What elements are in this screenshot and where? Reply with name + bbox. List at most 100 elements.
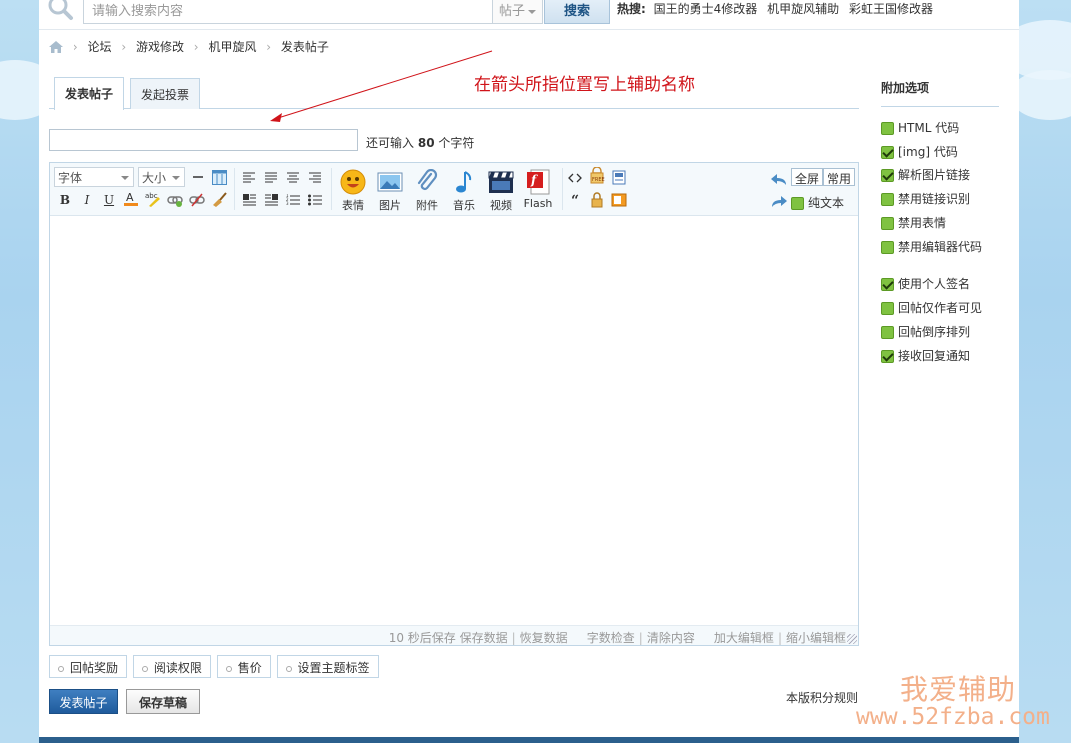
float-right-icon[interactable] [262,191,280,209]
hide-lock-icon[interactable] [588,191,606,209]
hot-search-link[interactable]: 国王的勇士4修改器 [654,2,758,16]
option-row[interactable]: 禁用编辑器代码 [881,238,982,254]
ordered-list-icon[interactable]: 123 [284,191,302,209]
option-checkbox[interactable] [881,146,894,159]
hot-search-link[interactable]: 彩虹王国修改器 [849,2,933,16]
option-row[interactable]: [img] 代码 [881,143,958,159]
font-size-select[interactable]: 大小 [138,167,185,187]
set-tags-button[interactable]: 设置主题标签 [276,655,379,678]
option-checkbox[interactable] [881,326,894,339]
breadcrumb-link-forum[interactable]: 论坛 [87,38,111,55]
rich-text-editor: 字体 大小 B I U A abc 123 表情 图片 附件 音乐 视频 f F… [49,162,859,646]
read-permission-button[interactable]: 阅读权限 [132,655,211,678]
smiley-icon [340,169,366,195]
tab-create-poll[interactable]: 发起投票 [130,78,201,109]
float-left-icon[interactable] [240,191,258,209]
bullet-icon [285,665,292,672]
breadcrumb-link-board[interactable]: 机甲旋风 [208,38,256,55]
option-row[interactable]: 禁用链接识别 [881,190,970,206]
free-icon[interactable]: FREE [588,167,606,185]
hot-search-link[interactable]: 机甲旋风辅助 [767,2,839,16]
save-draft-button[interactable]: 保存草稿 [126,689,200,714]
resize-grip[interactable] [847,634,857,644]
option-checkbox[interactable] [881,122,894,135]
table-icon[interactable] [210,168,228,186]
common-mode-button[interactable]: 常用 [823,168,856,186]
align-left-icon[interactable] [240,168,258,186]
search-type-select[interactable]: 帖子 [493,0,543,24]
option-checkbox[interactable] [881,169,894,182]
search-button[interactable]: 搜索 [544,0,610,24]
attachment-label: 附件 [416,199,438,212]
hot-searches: 热搜: 国王的勇士4修改器 机甲旋风辅助 彩虹王国修改器 [617,0,939,17]
shrink-editor-link[interactable]: 缩小编辑框 [786,631,846,645]
clear-format-icon[interactable] [210,190,228,208]
bold-icon[interactable]: B [56,191,74,209]
option-row[interactable]: 回帖仅作者可见 [881,299,982,315]
flash-button[interactable]: f Flash [521,169,555,210]
svg-text:3: 3 [286,201,289,206]
option-checkbox[interactable] [881,302,894,315]
paperclip-icon [414,169,440,195]
background-cloud [1010,70,1071,120]
clear-content-link[interactable]: 清除内容 [647,631,695,645]
option-row[interactable]: HTML 代码 [881,119,959,135]
editor-content-area[interactable] [50,217,858,625]
credit-rules-link[interactable]: 本版积分规则 [786,689,858,706]
font-color-icon[interactable]: A [122,190,140,208]
fullscreen-button[interactable]: 全屏 [791,168,824,186]
image-button[interactable]: 图片 [373,169,407,213]
insert-link-icon[interactable] [166,191,184,209]
option-checkbox[interactable] [881,278,894,291]
option-checkbox[interactable] [881,217,894,230]
option-row[interactable]: 回帖倒序排列 [881,323,970,339]
restore-data-link[interactable]: 恢复数据 [520,631,568,645]
thread-title-input[interactable] [49,129,358,151]
breadcrumb-link-category[interactable]: 游戏修改 [136,38,184,55]
italic-icon[interactable]: I [78,191,96,209]
word-check-link[interactable]: 字数检查 [587,631,635,645]
option-row[interactable]: 解析图片链接 [881,166,970,182]
option-label: 回帖仅作者可见 [898,301,983,315]
set-tags-label: 设置主题标签 [297,661,370,675]
save-data-link[interactable]: 保存数据 [460,631,508,645]
music-button[interactable]: 音乐 [447,169,481,213]
video-button[interactable]: 视频 [484,169,518,213]
option-checkbox[interactable] [881,193,894,206]
password-icon[interactable] [610,191,628,209]
emoticon-button[interactable]: 表情 [336,169,370,213]
align-right-icon[interactable] [306,168,324,186]
undo-icon[interactable] [770,171,788,189]
option-checkbox[interactable] [881,241,894,254]
align-justify-icon[interactable] [262,168,280,186]
align-center-icon[interactable] [284,168,302,186]
read-permission-label: 阅读权限 [153,661,202,675]
option-row[interactable]: 使用个人签名 [881,275,970,291]
tab-post-thread[interactable]: 发表帖子 [54,77,125,110]
option-row[interactable]: 禁用表情 [881,214,946,230]
option-row[interactable]: 接收回复通知 [881,347,970,363]
reply-reward-button[interactable]: 回帖奖励 [49,655,128,678]
search-input[interactable]: 请输入搜索内容 [83,0,493,24]
svg-text:abc: abc [145,192,158,200]
bullet-icon [141,665,148,672]
plaintext-checkbox[interactable] [791,197,804,210]
quote-icon[interactable]: “ [566,192,584,210]
plaintext-toggle[interactable]: 纯文本 [791,194,844,210]
highlight-icon[interactable]: abc [144,190,162,208]
horizontal-rule-icon[interactable] [189,168,207,186]
redo-icon[interactable] [770,193,788,211]
font-family-select[interactable]: 字体 [54,167,134,187]
char-count: 还可输入 80 个字符 [366,134,474,151]
code-icon[interactable] [566,169,584,187]
page-icon[interactable] [610,168,628,186]
home-icon[interactable] [49,40,63,53]
attachment-button[interactable]: 附件 [410,169,444,213]
price-button[interactable]: 售价 [216,655,271,678]
unordered-list-icon[interactable] [306,191,324,209]
enlarge-editor-link[interactable]: 加大编辑框 [714,631,774,645]
option-checkbox[interactable] [881,350,894,363]
unlink-icon[interactable] [188,191,206,209]
underline-icon[interactable]: U [100,191,118,209]
submit-post-button[interactable]: 发表帖子 [49,689,118,714]
